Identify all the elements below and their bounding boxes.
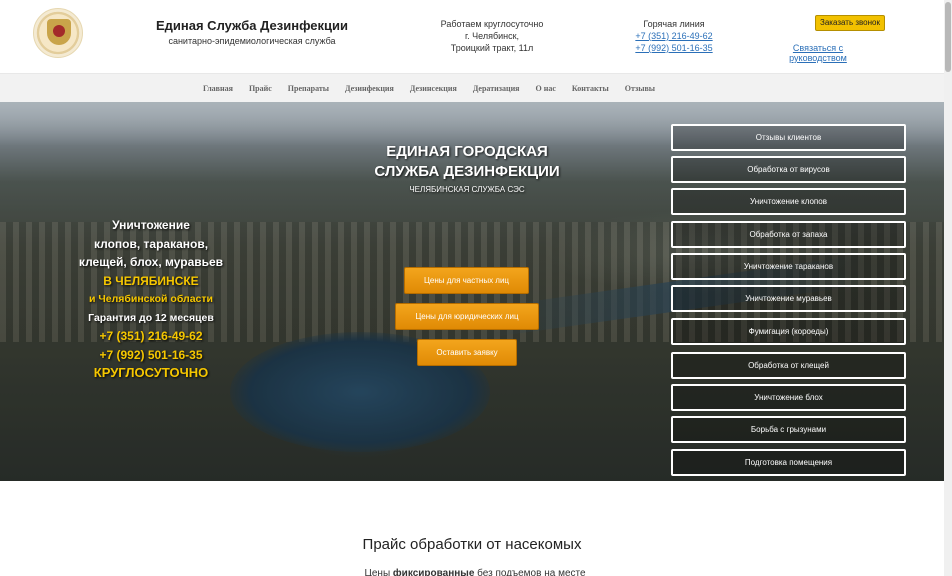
promo-round-the-clock: КРУГЛОСУТОЧНО [93, 365, 209, 380]
hero-subtitle: ЧЕЛЯБИНСКАЯ СЛУЖБА СЭС [409, 185, 525, 194]
order-call-button[interactable]: Заказать звонок [815, 15, 885, 31]
nav-item-reviews[interactable]: Отзывы [625, 84, 655, 93]
nav-item-products[interactable]: Препараты [288, 84, 329, 93]
promo-line-2: клопов, тараканов, [93, 236, 209, 251]
promo-line-1: Уничтожение [112, 218, 190, 232]
price-text-end: без подъемов на месте [477, 568, 586, 576]
hero-left-promo: Уничтожение клопов, тараканов, клещей, б… [60, 216, 242, 383]
promo-guarantee: Гарантия до 12 месяцев [88, 311, 214, 324]
nav-item-home[interactable]: Главная [203, 84, 233, 93]
promo-line-3: клещей, блох, муравьев [78, 255, 224, 269]
promo-region: и Челябинской области [89, 293, 213, 305]
phone-link-1[interactable]: +7 (351) 216-49-62 [614, 30, 734, 42]
hero-title: ЕДИНАЯ ГОРОДСКАЯ СЛУЖБА ДЕЗИНФЕКЦИИ [340, 142, 594, 182]
service-rodents[interactable]: Борьба с грызунами [671, 416, 906, 443]
brand-subtitle: санитарно-эпидемиологическая служба [168, 36, 336, 46]
hotline-label: Горячая линия [643, 19, 705, 29]
service-ants[interactable]: Уничтожение муравьев [671, 285, 906, 312]
nav-item-about[interactable]: О нас [536, 84, 556, 93]
service-viruses[interactable]: Обработка от вирусов [671, 156, 906, 183]
promo-city: В ЧЕЛЯБИНСКЕ [103, 273, 199, 288]
hours-line-2: г. Челябинск, [464, 31, 520, 41]
hero-banner: ЕДИНАЯ ГОРОДСКАЯ СЛУЖБА ДЕЗИНФЕКЦИИ ЧЕЛЯ… [0, 102, 944, 481]
contact-manager-link[interactable]: Связаться с руководством [766, 43, 870, 63]
price-text-start: Цены [364, 568, 391, 576]
site-header: Единая Служба Дезинфекции санитарно-эпид… [0, 0, 944, 73]
service-cockroaches[interactable]: Уничтожение тараканов [671, 253, 906, 280]
service-bedbugs[interactable]: Уничтожение клопов [671, 188, 906, 215]
service-fumigation[interactable]: Фумигация (короеды) [671, 318, 906, 345]
hero-title-line-1: ЕДИНАЯ ГОРОДСКАЯ [386, 143, 548, 160]
nav-item-disinfection[interactable]: Дезинфекция [345, 84, 394, 93]
service-odor[interactable]: Обработка от запаха [671, 221, 906, 248]
hours-line-1: Работаем круглосуточно [440, 19, 544, 29]
emblem-shield [47, 19, 71, 45]
nav-item-price[interactable]: Прайс [249, 84, 272, 93]
hours-line-3: Троицкий тракт, 11л [450, 43, 534, 53]
nav-items: Главная Прайс Препараты Дезинфекция Дези… [203, 74, 671, 103]
service-reviews[interactable]: Отзывы клиентов [671, 124, 906, 151]
private-prices-button[interactable]: Цены для частных лиц [404, 267, 529, 294]
nav-item-deratization[interactable]: Дератизация [473, 84, 520, 93]
service-fleas[interactable]: Уничтожение блох [671, 384, 906, 411]
hero-title-line-2: СЛУЖБА ДЕЗИНФЕКЦИИ [374, 163, 560, 180]
working-hours: Работаем круглосуточно г. Челябинск, Тро… [430, 18, 554, 54]
price-text-bold: фиксированные [392, 568, 475, 576]
price-section-title: Прайс обработки от насекомых [362, 536, 582, 553]
nav-item-contacts[interactable]: Контакты [572, 84, 609, 93]
emblem-icon[interactable] [33, 8, 83, 58]
legal-prices-button[interactable]: Цены для юридических лиц [395, 303, 539, 330]
hotline: Горячая линия +7 (351) 216-49-62 +7 (992… [614, 18, 734, 54]
nav-item-disinsection[interactable]: Дезинсекция [410, 84, 457, 93]
price-section-text: Цены фиксированные без подъемов на месте [330, 568, 620, 576]
service-preparation[interactable]: Подготовка помещения [671, 449, 906, 476]
page-scrollbar[interactable] [944, 0, 952, 576]
phone-link-2[interactable]: +7 (992) 501-16-35 [614, 42, 734, 54]
leave-request-button[interactable]: Оставить заявку [417, 339, 517, 366]
promo-phone-1[interactable]: +7 (351) 216-49-62 [60, 327, 242, 346]
promo-phone-2[interactable]: +7 (992) 501-16-35 [60, 346, 242, 365]
main-nav: Главная Прайс Препараты Дезинфекция Дези… [0, 73, 944, 102]
service-ticks[interactable]: Обработка от клещей [671, 352, 906, 379]
brand-title: Единая Служба Дезинфекции [155, 18, 349, 33]
scrollbar-thumb[interactable] [945, 2, 951, 72]
